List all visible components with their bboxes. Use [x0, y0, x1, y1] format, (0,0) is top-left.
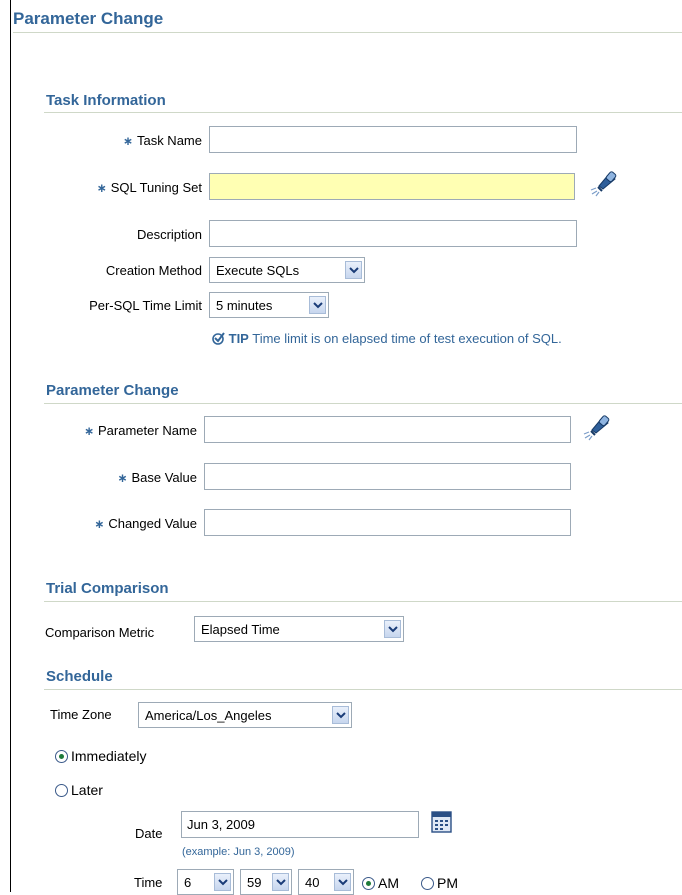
- dropdown-arrow-icon: [334, 873, 351, 891]
- page-title: Parameter Change: [13, 9, 164, 28]
- task-name-label: ∗ Task Name: [122, 133, 202, 148]
- section-trial-comparison: Trial Comparison: [46, 580, 169, 597]
- immediately-radio[interactable]: [55, 749, 68, 763]
- date-label: Date: [135, 826, 163, 841]
- section-divider: [44, 403, 682, 404]
- required-asterisk-icon: ∗: [94, 517, 105, 531]
- dropdown-arrow-icon: [309, 296, 326, 314]
- hour-select[interactable]: 6: [177, 869, 234, 895]
- time-limit-select[interactable]: 5 minutes: [209, 292, 329, 318]
- dropdown-arrow-icon: [272, 873, 289, 891]
- section-divider: [44, 689, 682, 690]
- parameter-name-input[interactable]: [204, 416, 571, 443]
- tip-text: TIP Time limit is on elapsed time of tes…: [212, 331, 562, 346]
- required-asterisk-icon: ∗: [83, 424, 95, 438]
- later-radio[interactable]: [55, 783, 68, 797]
- second-select[interactable]: 40: [298, 869, 354, 895]
- base-value-input[interactable]: [204, 463, 571, 490]
- description-label: Description: [136, 227, 202, 242]
- flashlight-search-icon[interactable]: [581, 412, 611, 442]
- comparison-metric-label: Comparison Metric: [45, 625, 155, 640]
- pm-label: PM: [437, 875, 458, 891]
- later-label: Later: [71, 782, 103, 798]
- time-limit-value: 5 minutes: [216, 297, 273, 313]
- time-zone-select[interactable]: America/Los_Angeles: [138, 702, 352, 728]
- second-value: 40: [305, 874, 320, 890]
- required-asterisk-icon: ∗: [122, 134, 133, 148]
- changed-value-label: ∗ Changed Value: [94, 516, 197, 531]
- base-value-label: ∗ Base Value: [117, 470, 197, 485]
- schedule-later-option[interactable]: Later: [55, 782, 103, 798]
- section-task-information: Task Information: [46, 92, 166, 109]
- minute-select[interactable]: 59: [240, 869, 292, 895]
- flashlight-search-icon[interactable]: [588, 168, 618, 198]
- time-zone-value: America/Los_Angeles: [145, 707, 272, 723]
- creation-method-label: Creation Method: [105, 263, 202, 278]
- am-option[interactable]: AM: [362, 875, 399, 891]
- changed-value-input[interactable]: [204, 509, 571, 536]
- sql-tuning-set-label: ∗ SQL Tuning Set: [96, 180, 202, 195]
- minute-value: 59: [247, 874, 262, 890]
- date-example: (example: Jun 3, 2009): [182, 846, 295, 858]
- task-name-input[interactable]: [209, 126, 577, 153]
- creation-method-select[interactable]: Execute SQLs: [209, 257, 365, 283]
- parameter-name-label: ∗ Parameter Name: [83, 423, 197, 438]
- dropdown-arrow-icon: [332, 706, 349, 724]
- time-zone-label: Time Zone: [50, 707, 112, 722]
- title-divider: [13, 32, 682, 33]
- dropdown-arrow-icon: [214, 873, 231, 891]
- comparison-metric-value: Elapsed Time: [201, 621, 280, 637]
- description-input[interactable]: [209, 220, 577, 247]
- section-divider: [44, 601, 682, 602]
- section-divider: [44, 112, 682, 113]
- creation-method-value: Execute SQLs: [216, 262, 300, 278]
- left-border: [10, 0, 11, 892]
- tip-message: Time limit is on elapsed time of test ex…: [252, 331, 562, 346]
- dropdown-arrow-icon: [345, 261, 362, 279]
- sql-tuning-set-input[interactable]: [209, 173, 575, 200]
- required-asterisk-icon: ∗: [96, 181, 107, 195]
- hour-value: 6: [184, 874, 192, 890]
- pm-option[interactable]: PM: [421, 875, 458, 891]
- comparison-metric-select[interactable]: Elapsed Time: [194, 616, 404, 642]
- section-schedule: Schedule: [46, 668, 113, 685]
- time-limit-label: Per-SQL Time Limit: [89, 298, 202, 313]
- calendar-icon[interactable]: [431, 810, 452, 833]
- tip-check-icon: [212, 332, 225, 345]
- section-parameter-change: Parameter Change: [46, 382, 179, 399]
- immediately-label: Immediately: [71, 748, 147, 764]
- am-label: AM: [378, 875, 399, 891]
- am-radio[interactable]: [362, 876, 375, 890]
- tip-prefix: TIP: [228, 331, 249, 346]
- time-label: Time: [134, 875, 163, 890]
- dropdown-arrow-icon: [384, 620, 401, 638]
- pm-radio[interactable]: [421, 876, 434, 890]
- date-input[interactable]: [181, 811, 419, 838]
- required-asterisk-icon: ∗: [117, 471, 128, 485]
- schedule-immediately-option[interactable]: Immediately: [55, 748, 146, 764]
